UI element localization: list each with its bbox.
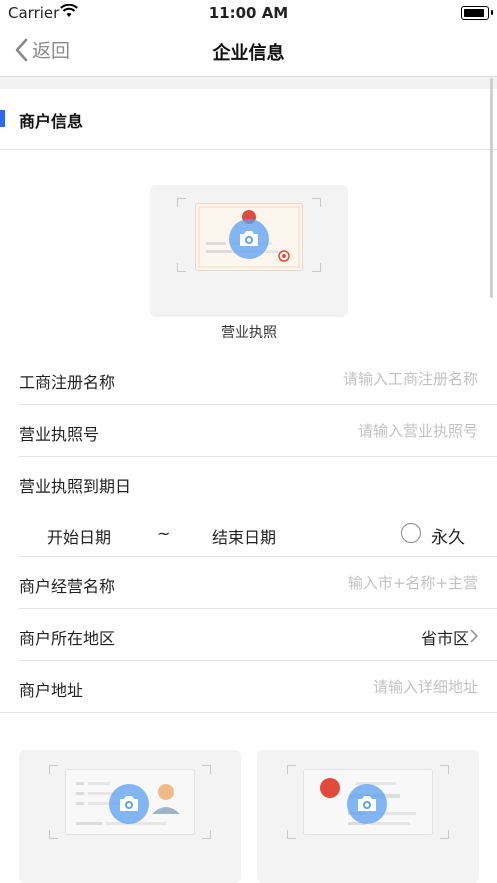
divider — [0, 712, 497, 713]
license-caption: 营业执照 — [221, 325, 277, 341]
merchant-address-label: 商户地址 — [19, 681, 84, 700]
merchant-region-label: 商户所在地区 — [19, 629, 116, 648]
frame-corner — [49, 765, 58, 774]
frame-corner — [177, 263, 186, 272]
status-bar: Carrier 11:00 AM — [0, 0, 497, 26]
merchant-name-input[interactable] — [258, 571, 478, 595]
date-range-row: 开始日期 ~ 结束日期 永久 — [0, 509, 497, 557]
frame-corner — [312, 198, 321, 207]
merchant-name-label: 商户经营名称 — [19, 577, 116, 596]
merchant-address-row: 商户地址 — [0, 661, 497, 713]
battery-cap — [491, 10, 493, 15]
frame-corner — [312, 263, 321, 272]
camera-icon[interactable] — [229, 219, 269, 259]
section-header: 商户信息 — [0, 89, 497, 150]
license-number-row: 营业执照号 — [0, 405, 497, 457]
license-expiry-row: 营业执照到期日 — [0, 457, 497, 509]
forever-radio[interactable] — [401, 523, 421, 543]
forever-label[interactable]: 永久 — [431, 523, 465, 548]
end-date-picker[interactable]: 结束日期 — [212, 524, 276, 548]
business-license-upload[interactable] — [150, 185, 348, 317]
scrollbar[interactable] — [490, 78, 493, 298]
id-card-front-upload[interactable] — [19, 750, 241, 883]
frame-corner — [177, 198, 186, 207]
license-number-label: 营业执照号 — [19, 425, 100, 444]
merchant-region-row[interactable]: 商户所在地区 省市区 — [0, 609, 497, 661]
battery-icon — [461, 6, 489, 20]
frame-corner — [440, 765, 449, 774]
business-reg-name-row: 工商注册名称 — [0, 353, 497, 405]
frame-corner — [287, 830, 296, 839]
camera-icon[interactable] — [347, 784, 387, 824]
camera-icon[interactable] — [109, 784, 149, 824]
frame-corner — [440, 830, 449, 839]
merchant-address-input[interactable] — [258, 675, 478, 699]
business-reg-name-input[interactable] — [258, 367, 478, 391]
section-spacer — [0, 77, 497, 89]
merchant-name-row: 商户经营名称 — [0, 557, 497, 609]
section-accent-bar — [0, 110, 5, 127]
merchant-region-value[interactable]: 省市区 — [421, 625, 469, 649]
frame-corner — [202, 765, 211, 774]
navigation-bar: 返回 企业信息 — [0, 26, 497, 77]
section-title: 商户信息 — [19, 112, 84, 131]
clock: 11:00 AM — [208, 4, 289, 22]
id-card-back-upload[interactable] — [257, 750, 479, 883]
date-separator: ~ — [157, 524, 171, 543]
frame-corner — [287, 765, 296, 774]
start-date-picker[interactable]: 开始日期 — [47, 524, 111, 548]
chevron-right-icon — [470, 629, 478, 643]
frame-corner — [49, 830, 58, 839]
license-expiry-label: 营业执照到期日 — [19, 477, 132, 496]
license-number-input[interactable] — [258, 419, 478, 443]
frame-corner — [202, 830, 211, 839]
page-title: 企业信息 — [212, 43, 285, 64]
business-reg-name-label: 工商注册名称 — [19, 373, 116, 392]
